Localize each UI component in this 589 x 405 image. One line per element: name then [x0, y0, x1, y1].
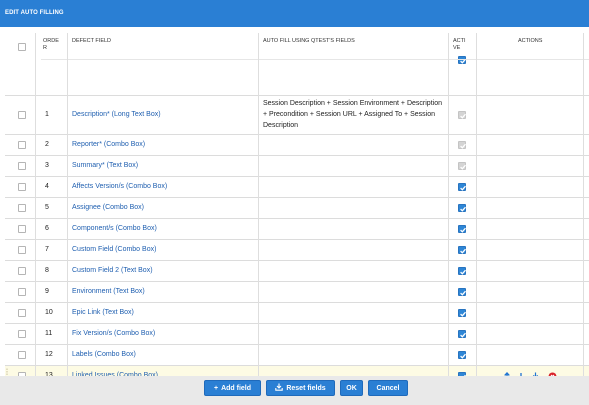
row-active-checkbox[interactable]	[458, 246, 466, 254]
drag-handle-icon[interactable]	[6, 368, 8, 376]
table-row[interactable]: 10 Epic Link (Text Box)	[5, 302, 589, 323]
row-order: 4	[45, 183, 49, 190]
row-auto-fill[interactable]	[263, 308, 445, 323]
row-auto-fill[interactable]	[263, 224, 445, 239]
table-header: ORDER DEFECT FIELD AUTO FILL USING QTEST…	[5, 33, 589, 95]
row-active-checkbox[interactable]	[458, 309, 466, 317]
dialog-title: EDIT AUTO FILLING	[0, 0, 589, 27]
table-row[interactable]: 7 Custom Field (Combo Box)	[5, 239, 589, 260]
table-row[interactable]: 9 Environment (Text Box)	[5, 281, 589, 302]
table-row[interactable]: 6 Component/s (Combo Box)	[5, 218, 589, 239]
row-order: 11	[45, 330, 53, 337]
row-defect-field[interactable]: Affects Version/s (Combo Box)	[72, 183, 167, 197]
row-auto-fill[interactable]	[263, 140, 445, 155]
row-select-checkbox[interactable]	[18, 267, 26, 275]
row-active-checkbox[interactable]	[458, 267, 466, 275]
row-order: 9	[45, 288, 49, 295]
row-select-checkbox[interactable]	[18, 288, 26, 296]
table-row[interactable]: 8 Custom Field 2 (Text Box)	[5, 260, 589, 281]
reset-icon	[275, 383, 284, 393]
table-row[interactable]: 12 Labels (Combo Box)	[5, 344, 589, 365]
row-defect-field[interactable]: Summary* (Text Box)	[72, 162, 138, 176]
row-order: 3	[45, 162, 49, 169]
header-actions: ACTIONS	[518, 38, 543, 44]
row-auto-fill[interactable]: Session Description + Session Environmen…	[263, 98, 445, 134]
row-select-checkbox[interactable]	[18, 309, 26, 317]
header-order: ORDER	[43, 38, 59, 51]
row-defect-field[interactable]: Epic Link (Text Box)	[72, 309, 134, 323]
add-field-label: Add field	[221, 384, 252, 392]
row-order: 12	[45, 351, 53, 358]
row-auto-fill[interactable]	[263, 266, 445, 281]
table-row[interactable]: 11 Fix Version/s (Combo Box)	[5, 323, 589, 344]
row-order: 10	[45, 309, 53, 316]
reset-fields-label: Reset fields	[286, 384, 326, 392]
row-auto-fill[interactable]	[263, 245, 445, 260]
table-row[interactable]: 1 Description* (Long Text Box) Session Des…	[5, 95, 589, 134]
row-active-checkbox	[458, 141, 466, 149]
row-defect-field[interactable]: Environment (Text Box)	[72, 288, 145, 302]
row-select-checkbox[interactable]	[18, 111, 26, 119]
table-row[interactable]: 2 Reporter* (Combo Box)	[5, 134, 589, 155]
row-active-checkbox[interactable]	[458, 288, 466, 296]
add-field-button[interactable]: + Add field	[204, 380, 261, 396]
row-order: 7	[45, 246, 49, 253]
row-auto-fill[interactable]	[263, 329, 445, 344]
select-all-checkbox[interactable]	[18, 43, 26, 51]
row-order: 6	[45, 225, 49, 232]
row-select-checkbox[interactable]	[18, 330, 26, 338]
row-order: 2	[45, 141, 49, 148]
row-order: 5	[45, 204, 49, 211]
row-select-checkbox[interactable]	[18, 246, 26, 254]
row-order: 8	[45, 267, 49, 274]
row-select-checkbox[interactable]	[18, 225, 26, 233]
ok-button[interactable]: OK	[340, 380, 363, 396]
row-select-checkbox[interactable]	[18, 351, 26, 359]
auto-fill-table: ORDER DEFECT FIELD AUTO FILL USING QTEST…	[5, 33, 589, 376]
row-defect-field[interactable]: Component/s (Combo Box)	[72, 225, 157, 239]
row-active-checkbox[interactable]	[458, 183, 466, 191]
row-select-checkbox[interactable]	[18, 204, 26, 212]
row-active-checkbox[interactable]	[458, 225, 466, 233]
table-row[interactable]: 5 Assignee (Combo Box)	[5, 197, 589, 218]
row-active-checkbox[interactable]	[458, 204, 466, 212]
header-defect-field: DEFECT FIELD	[72, 38, 112, 44]
row-active-checkbox[interactable]	[458, 351, 466, 359]
row-active-checkbox	[458, 162, 466, 170]
table-row[interactable]: 4 Affects Version/s (Combo Box)	[5, 176, 589, 197]
plus-icon: +	[213, 384, 219, 392]
row-defect-field[interactable]: Labels (Combo Box)	[72, 351, 136, 365]
header-active: ACTIVE	[453, 38, 466, 51]
row-auto-fill[interactable]	[263, 287, 445, 302]
button-bar: + Add field Reset fields OK Cancel	[0, 376, 589, 405]
row-select-checkbox[interactable]	[18, 141, 26, 149]
reset-fields-button[interactable]: Reset fields	[266, 380, 335, 396]
row-auto-fill[interactable]	[263, 350, 445, 365]
row-auto-fill[interactable]	[263, 182, 445, 197]
row-auto-fill[interactable]	[263, 203, 445, 218]
cancel-button[interactable]: Cancel	[368, 380, 408, 396]
table-row[interactable]: 13 Linked Issues (Combo Box)	[5, 365, 589, 376]
row-select-checkbox[interactable]	[18, 183, 26, 191]
row-order: 1	[45, 111, 49, 118]
row-defect-field[interactable]: Custom Field 2 (Text Box)	[72, 267, 153, 281]
dialog-body: ORDER DEFECT FIELD AUTO FILL USING QTEST…	[0, 27, 589, 376]
row-active-checkbox[interactable]	[458, 330, 466, 338]
table-row[interactable]: 3 Summary* (Text Box)	[5, 155, 589, 176]
row-auto-fill[interactable]	[263, 161, 445, 176]
row-defect-field[interactable]: Description* (Long Text Box)	[72, 111, 161, 134]
row-defect-field[interactable]: Custom Field (Combo Box)	[72, 246, 156, 260]
row-active-checkbox	[458, 111, 466, 119]
active-all-checkbox[interactable]	[458, 56, 466, 64]
row-select-checkbox[interactable]	[18, 162, 26, 170]
row-defect-field[interactable]: Reporter* (Combo Box)	[72, 141, 145, 155]
row-defect-field[interactable]: Assignee (Combo Box)	[72, 204, 144, 218]
row-defect-field[interactable]: Fix Version/s (Combo Box)	[72, 330, 155, 344]
header-auto-fill: AUTO FILL USING QTEST'S FIELDS	[263, 38, 355, 44]
